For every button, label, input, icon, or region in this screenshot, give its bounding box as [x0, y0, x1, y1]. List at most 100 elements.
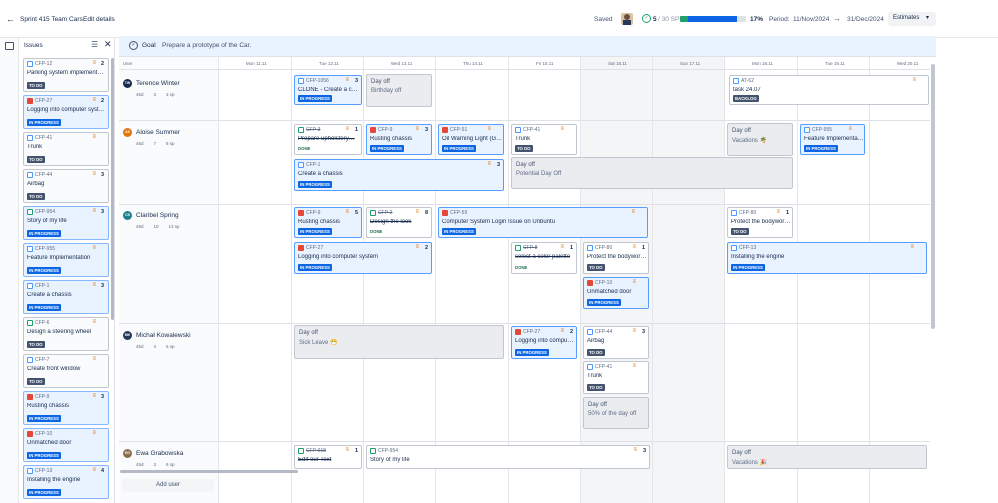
issue-card[interactable]: CFP-9 Rusting chassis 3 ≡ IN PROGRESS	[366, 124, 432, 155]
user-name[interactable]: Claribel Spring	[136, 212, 179, 219]
grid-column-line	[580, 57, 581, 503]
issue-card[interactable]: CFP-918 Edit our Text 1 ≡	[294, 445, 362, 469]
task-count: 3	[153, 92, 157, 97]
story-points: 8	[424, 210, 428, 216]
period-start[interactable]: 11/Nov/2024	[793, 15, 829, 25]
issue-card[interactable]: CFP-955 Feature Implementa… ≡ IN PROGRESS	[800, 124, 865, 155]
check-circle-icon: ✓	[642, 14, 651, 23]
vertical-scrollbar[interactable]	[931, 64, 935, 329]
estimates-dropdown[interactable]: Estimates ▾	[888, 12, 936, 26]
status-badge: TO DO	[27, 82, 45, 89]
issue-card[interactable]: CFP-41 Trunk ≡ TO DO	[583, 361, 649, 394]
saved-status: Saved	[594, 16, 613, 23]
issue-card[interactable]: CFP-9 Rusting chassis 5 ≡ IN PROGRESS	[294, 207, 362, 238]
goal-bar: ✓ Goal Prepare a prototype of the Car.	[119, 36, 936, 57]
user-name[interactable]: Aloise Summer	[136, 129, 180, 136]
sidebar-issue-card[interactable]: CFP-6 Design a steering wheel ≡ TO DO	[23, 317, 109, 351]
issue-card[interactable]: CFP-1 Create a chassis 3 ≡ IN PROGRESS	[294, 159, 504, 191]
sidebar-issue-card[interactable]: CFP-13 Installing the engine 4 ≡ IN PROGRESS	[23, 465, 109, 499]
issue-card[interactable]: CFP-27 Logging into computer system 2 ≡ IN P…	[294, 242, 432, 274]
sidebar-issue-card[interactable]: CFP-10 Unmatched door ≡ IN PROGRESS	[23, 428, 109, 462]
goal-text[interactable]: Prepare a prototype of the Car.	[162, 42, 251, 49]
avatar: EG	[123, 449, 132, 458]
sidebar-issue-card[interactable]: CFP-955 Feature Implementation ≡ IN PROGRES…	[23, 243, 109, 277]
priority-icon: ≡	[345, 77, 349, 83]
sidebar-issue-card[interactable]: CFP-41 Trunk ≡ TO DO	[23, 132, 109, 166]
issue-title: Story of my life	[370, 457, 410, 463]
priority-icon: ≡	[632, 279, 636, 285]
issue-card[interactable]: CFP-80 Protect the bodywor… 1 ≡ TO DO	[727, 207, 793, 238]
sidebar-scrollbar[interactable]	[111, 58, 114, 320]
task-icon	[27, 172, 33, 178]
issue-title: Feature Implementa…	[804, 136, 863, 142]
sidebar-issue-card[interactable]: CFP-12 Parking system implement… 2 ≡ TO DO	[23, 58, 109, 92]
issue-card[interactable]: CFP-80 Protect the bodywor… 1 ≡ TO DO	[583, 242, 649, 274]
story-points: 3	[642, 448, 646, 454]
status-badge: TO DO	[27, 193, 45, 200]
sidebar-issue-card[interactable]: CFP-44 Airbag 3 ≡ TO DO	[23, 169, 109, 203]
grid-column-line	[291, 57, 292, 503]
period-end[interactable]: 31/Dec/2024	[847, 15, 884, 25]
issue-card[interactable]: CFP-10 Unmatched door ≡ IN PROGRESS	[583, 277, 649, 309]
issue-card[interactable]: CFP-51 Oil Warning Light (G… ≡ IN PROGRESS	[438, 124, 504, 155]
priority-icon: ≡	[92, 60, 96, 66]
close-icon[interactable]: ✕	[104, 39, 112, 50]
day-off-reason: Sick Leave 😷	[299, 340, 338, 346]
sidebar-issue-card[interactable]: CFP-1 Create a chassis 3 ≡ IN PROGRESS	[23, 280, 109, 314]
day-off-card[interactable]: Day off Vacations 🎉	[727, 445, 927, 469]
issue-card[interactable]: CFP-954 Story of my life 3 ≡	[366, 445, 650, 469]
board-icon[interactable]	[5, 42, 14, 50]
issue-card[interactable]: CFP-44 Airbag 3 ≡ TO DO	[583, 326, 649, 359]
issue-card[interactable]: CFP-13 Installing the engine ≡ IN PROGRESS	[727, 242, 927, 274]
grid-column-line	[508, 57, 509, 503]
user-name[interactable]: Terence Winter	[136, 80, 180, 87]
day-off-card[interactable]: Day off Birthday off	[366, 74, 432, 107]
task-icon	[298, 162, 304, 168]
issue-card[interactable]: AT-62 task 24.07 ≡ BACKLOG	[729, 75, 929, 105]
sidebar-issue-card[interactable]: CFP-9 Rusting chassis 3 ≡ IN PROGRESS	[23, 391, 109, 425]
story-points: 3	[100, 283, 104, 289]
issue-card[interactable]: CFP-3 Prepare upholstery… 1 ≡ DONE	[294, 124, 362, 155]
issue-card[interactable]: CFP-41 Trunk ≡ TO DO	[511, 124, 577, 155]
issue-card[interactable]: CFP-59 Computer System Login Issue on Unb…	[438, 207, 648, 238]
priority-icon: ≡	[415, 209, 419, 215]
sidebar-issue-card[interactable]: CFP-27 Logging into computer syst… 2 ≡ IN PR…	[23, 95, 109, 129]
user-name[interactable]: Michał Kowalewski	[136, 332, 191, 339]
priority-icon: ≡	[776, 209, 780, 215]
issue-card[interactable]: CFP-27 Logging into compu… 2 ≡ IN PROGRESS	[511, 326, 577, 359]
issue-title: Feature Implementation	[27, 255, 91, 261]
horizontal-scrollbar[interactable]	[120, 470, 298, 473]
sidebar-issue-card[interactable]: CFP-7 Create front window ≡ TO DO	[23, 354, 109, 388]
story-points: 1	[354, 127, 358, 133]
status-badge: IN PROGRESS	[731, 264, 765, 271]
add-user-button[interactable]: Add user	[122, 479, 214, 492]
status-badge: BACKLOG	[733, 95, 759, 102]
avatar: CS	[123, 211, 132, 220]
day-off-card[interactable]: Day off Potential Day Off	[511, 157, 793, 189]
issue-card[interactable]: CFP-8 select a color palette 1 ≡ DONE	[511, 242, 577, 274]
issue-key: CFP-1	[306, 162, 321, 168]
sprint-title: Sprint 415 Team Cars	[20, 16, 83, 23]
day-off-card[interactable]: Day off Vacations 🌴	[727, 123, 793, 156]
issue-key: CFP-9	[306, 210, 321, 216]
priority-icon: ≡	[345, 447, 349, 453]
issue-title: Prepare upholstery…	[298, 136, 355, 142]
issue-title: Airbag	[587, 338, 605, 344]
day-off-card[interactable]: Day off Sick Leave 😷	[294, 325, 504, 359]
issue-card[interactable]: CFP-2 Design the look 8 ≡ DONE	[366, 207, 432, 238]
issue-title: Logging into compu…	[515, 338, 574, 344]
back-arrow-icon[interactable]: ←	[6, 14, 15, 24]
status-badge: IN PROGRESS	[515, 349, 549, 356]
filter-icon[interactable]: ☰	[91, 40, 98, 49]
estimates-label: Estimates	[893, 15, 920, 21]
priority-icon: ≡	[92, 430, 96, 436]
bug-icon	[515, 329, 521, 335]
task-count: 10	[153, 224, 159, 229]
issue-card[interactable]: CFP-1056 CLONE - Create a c… 3 ≡ IN PROGRESS	[294, 75, 362, 105]
status-badge: IN PROGRESS	[442, 228, 476, 235]
user-name[interactable]: Ewa Grabowska	[136, 450, 183, 457]
day-off-card[interactable]: Day off 50% of the day off	[583, 397, 649, 429]
sidebar-issue-card[interactable]: CFP-954 Story of my life 3 ≡ IN PROGRESS	[23, 206, 109, 240]
priority-icon: ≡	[560, 126, 564, 132]
edit-details-link[interactable]: Edit details	[83, 15, 115, 25]
